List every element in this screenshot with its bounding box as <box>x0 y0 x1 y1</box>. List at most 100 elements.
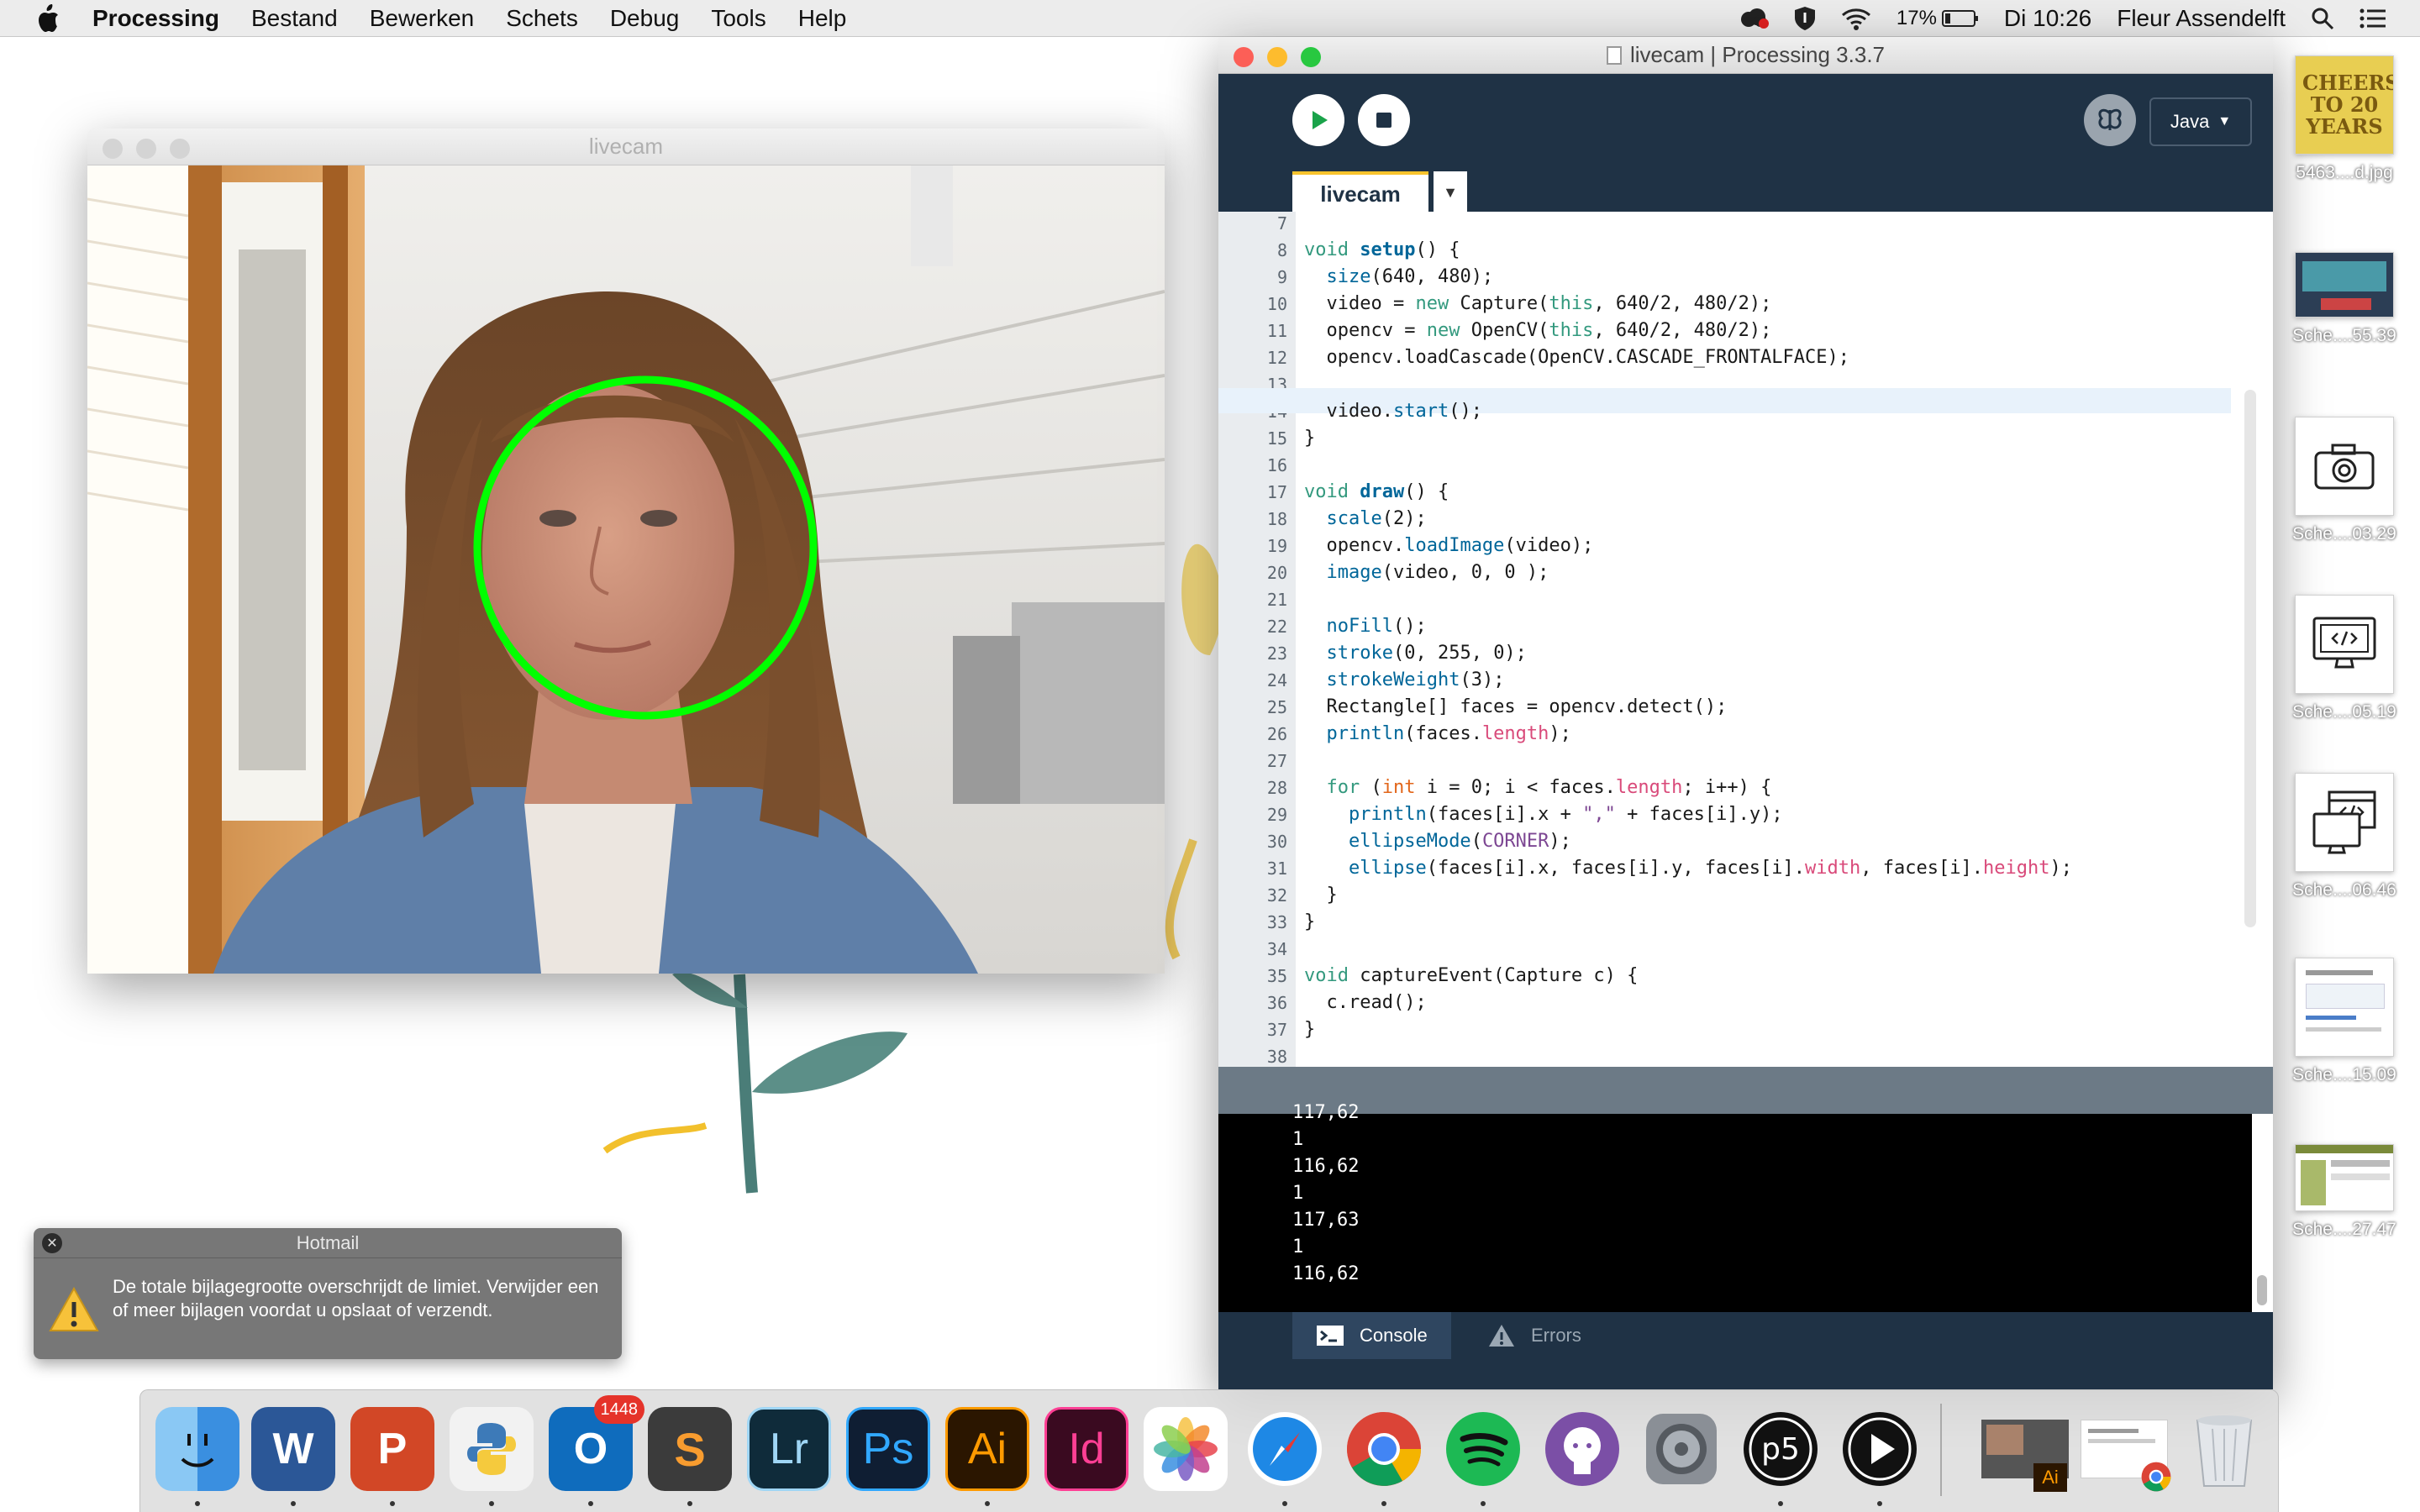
desktop-file-screenshot-1[interactable]: Sche....55.39 <box>2286 252 2403 346</box>
code-line[interactable]: opencv = new OpenCV(this, 640/2, 480/2); <box>1304 320 1771 341</box>
desktop-file-screenshot-3[interactable]: Sche....05.19 <box>2286 595 2403 722</box>
dock-photos-icon[interactable] <box>1144 1407 1228 1491</box>
code-line[interactable]: } <box>1304 911 1315 932</box>
dock-powerpoint-icon[interactable]: P <box>350 1407 434 1491</box>
livecam-titlebar[interactable]: livecam <box>87 129 1165 165</box>
scrollbar-thumb[interactable] <box>2244 390 2256 927</box>
creative-cloud-icon[interactable] <box>1739 7 1769 30</box>
dock-player-icon[interactable] <box>1838 1407 1922 1491</box>
code-line[interactable]: opencv.loadImage(video); <box>1304 535 1593 556</box>
dock-finder-icon[interactable] <box>155 1407 239 1491</box>
tab-menu-arrow-icon[interactable]: ▼ <box>1434 171 1467 213</box>
menu-help[interactable]: Help <box>798 5 847 32</box>
line-number: 36 <box>1266 993 1287 1013</box>
desktop-file-label: Sche....55.39 <box>2292 326 2396 345</box>
dock-minimized-window-1[interactable]: Ai <box>1979 1407 2071 1492</box>
stop-button[interactable] <box>1358 94 1410 146</box>
menu-debug[interactable]: Debug <box>610 5 680 32</box>
battery-status[interactable]: 17% <box>1897 7 1979 30</box>
console-scrollbar[interactable] <box>2252 1114 2273 1312</box>
debug-button[interactable] <box>2084 94 2136 146</box>
editor-console-divider[interactable] <box>1218 1067 2273 1114</box>
editor-scrollbar[interactable] <box>2231 212 2273 1067</box>
code-line[interactable]: void captureEvent(Capture c) { <box>1304 965 1638 986</box>
dock-python-icon[interactable] <box>450 1407 534 1491</box>
shield-icon[interactable] <box>1794 6 1816 31</box>
close-icon[interactable]: ✕ <box>42 1233 62 1253</box>
dock-lightroom-icon[interactable]: Lr <box>747 1407 831 1491</box>
menu-bewerken[interactable]: Bewerken <box>370 5 475 32</box>
dock-indesign-icon[interactable]: Id <box>1044 1407 1128 1491</box>
menu-bestand[interactable]: Bestand <box>251 5 338 32</box>
line-number: 34 <box>1266 939 1287 959</box>
code-line[interactable]: size(640, 480); <box>1304 266 1494 287</box>
desktop-file-screenshot-2[interactable]: Sche....03.29 <box>2286 417 2403 544</box>
zoom-button[interactable] <box>170 139 190 159</box>
desktop-file-screenshot-4[interactable]: Sche....06.46 <box>2286 773 2403 900</box>
desktop-file-screenshot-6[interactable]: Sche....27.47 <box>2286 1144 2403 1240</box>
code-line[interactable]: Rectangle[] faces = opencv.detect(); <box>1304 696 1727 717</box>
code-line[interactable]: scale(2); <box>1304 508 1427 529</box>
dock-system-preferences-icon[interactable] <box>1639 1407 1723 1491</box>
hotmail-notification[interactable]: ✕ Hotmail De totale bijlagegrootte overs… <box>34 1228 622 1359</box>
dock-outlook-icon[interactable]: O 1448 <box>549 1395 644 1491</box>
dock-p5-icon[interactable]: p5 <box>1739 1407 1823 1491</box>
dock-trash-icon[interactable] <box>2182 1407 2266 1491</box>
code-line[interactable]: c.read(); <box>1304 992 1426 1013</box>
code-line[interactable]: noFill(); <box>1304 616 1427 637</box>
zoom-button[interactable] <box>1301 47 1321 67</box>
menu-tools[interactable]: Tools <box>711 5 765 32</box>
apple-menu-icon[interactable] <box>34 3 62 33</box>
spotlight-search-icon[interactable] <box>2311 7 2334 30</box>
mode-selector[interactable]: Java ▼ <box>2149 97 2252 146</box>
livecam-window[interactable]: livecam <box>87 129 1165 974</box>
dock-safari-icon[interactable] <box>1243 1407 1327 1491</box>
console-output[interactable]: 117,62 1 116,62 1 117,63 1 116,62 <box>1218 1102 2252 1312</box>
dock-sublime-icon[interactable]: S <box>648 1407 732 1491</box>
code-line[interactable]: void setup() { <box>1304 239 1460 260</box>
desktop-file-screenshot-5[interactable]: Sche....15.09 <box>2286 958 2403 1085</box>
dock-spotify-icon[interactable] <box>1441 1407 1525 1491</box>
dock-illustrator-icon[interactable]: Ai <box>945 1407 1029 1491</box>
code-line[interactable]: } <box>1304 885 1337 906</box>
menu-schets[interactable]: Schets <box>506 5 578 32</box>
processing-ide-window[interactable]: livecam | Processing 3.3.7 Java ▼ liveca… <box>1218 37 2273 1389</box>
code-line[interactable]: println(faces.length); <box>1304 723 1571 744</box>
code-line[interactable]: void draw() { <box>1304 481 1449 502</box>
pde-titlebar[interactable]: livecam | Processing 3.3.7 <box>1218 37 2273 74</box>
dock-word-icon[interactable]: W <box>251 1407 335 1491</box>
dock-chrome-icon[interactable] <box>1342 1407 1426 1491</box>
console-scrollbar-thumb[interactable] <box>2257 1275 2267 1305</box>
wifi-icon[interactable] <box>1841 7 1871 30</box>
code-line[interactable]: } <box>1304 1019 1315 1040</box>
code-line[interactable]: image(video, 0, 0 ); <box>1304 562 1549 583</box>
code-line[interactable]: video = new Capture(this, 640/2, 480/2); <box>1304 293 1771 314</box>
code-line[interactable]: ellipse(faces[i].x, faces[i].y, faces[i]… <box>1304 858 2072 879</box>
code-line[interactable]: video.start(); <box>1304 401 1481 422</box>
code-line[interactable]: stroke(0, 255, 0); <box>1304 643 1527 664</box>
menu-user[interactable]: Fleur Assendelft <box>2117 5 2286 32</box>
minimize-button[interactable] <box>136 139 156 159</box>
code-line[interactable]: ellipseMode(CORNER); <box>1304 831 1571 852</box>
tab-console[interactable]: Console <box>1292 1312 1451 1359</box>
close-button[interactable] <box>103 139 123 159</box>
code-editor[interactable]: 7891011121314151617181920212223242526272… <box>1218 212 2273 1067</box>
menu-clock[interactable]: Di 10:26 <box>2004 5 2091 32</box>
code-line[interactable]: for (int i = 0; i < faces.length; i++) { <box>1304 777 1772 798</box>
desktop-file-photo[interactable]: CHEERS TO 20 YEARS 5463....d.jpg <box>2286 55 2403 183</box>
code-line[interactable]: println(faces[i].x + "," + faces[i].y); <box>1304 804 1783 825</box>
dock-minimized-window-2[interactable] <box>2078 1407 2171 1492</box>
tab-livecam[interactable]: livecam <box>1292 171 1428 213</box>
notification-center-icon[interactable] <box>2360 8 2386 29</box>
code-line[interactable]: } <box>1304 428 1315 449</box>
outlook-badge: 1448 <box>593 1395 644 1424</box>
code-line[interactable]: opencv.loadCascade(OpenCV.CASCADE_FRONTA… <box>1304 347 1849 368</box>
minimize-button[interactable] <box>1267 47 1287 67</box>
run-button[interactable] <box>1292 94 1344 146</box>
code-line[interactable]: strokeWeight(3); <box>1304 669 1505 690</box>
tab-errors[interactable]: Errors <box>1464 1312 1605 1359</box>
menu-app-name[interactable]: Processing <box>92 5 219 32</box>
dock-photoshop-icon[interactable]: Ps <box>846 1407 930 1491</box>
dock-github-icon[interactable] <box>1540 1407 1624 1491</box>
close-button[interactable] <box>1234 47 1254 67</box>
